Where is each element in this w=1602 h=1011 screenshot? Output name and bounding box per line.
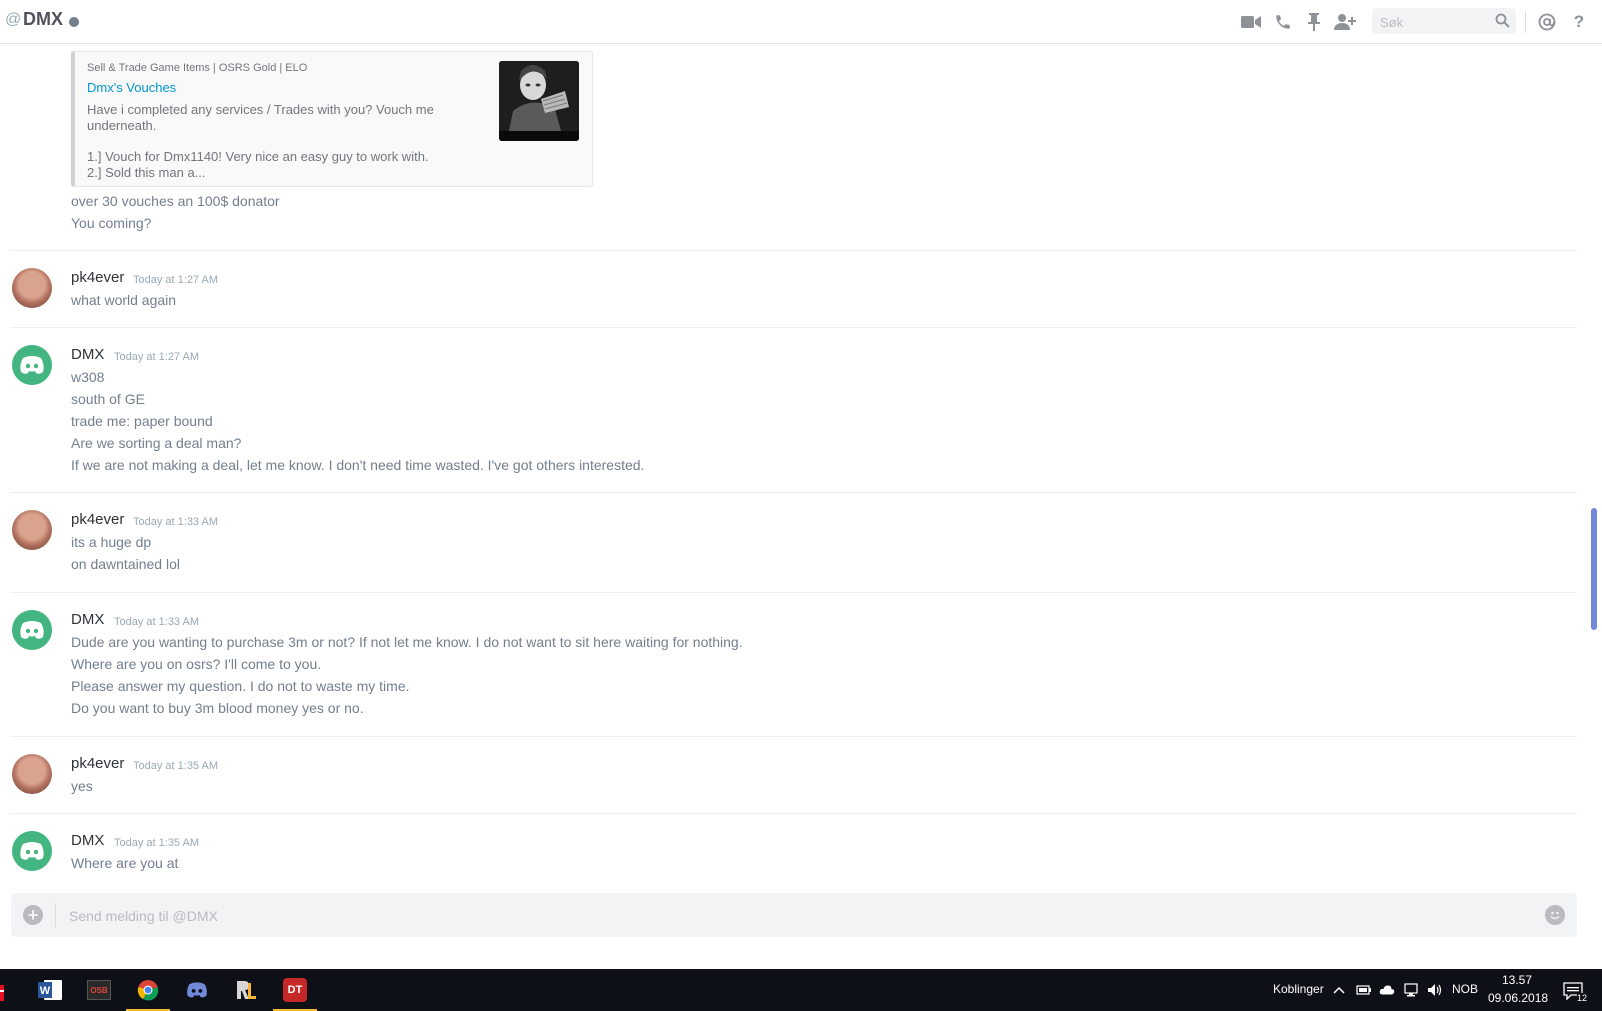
notification-count: 12 — [1576, 993, 1587, 1003]
links-toolbar-label[interactable]: Koblinger — [1273, 982, 1324, 996]
svg-text:W: W — [40, 985, 51, 997]
message-author[interactable]: pk4ever — [71, 269, 124, 286]
embed-provider: Sell & Trade Game Items | OSRS Gold | EL… — [87, 62, 308, 74]
message-divider — [11, 813, 1577, 814]
avatar[interactable] — [12, 268, 52, 308]
discord-app-icon[interactable] — [173, 969, 221, 1011]
message-text: on dawntained lol — [71, 556, 180, 572]
message-text: what world again — [71, 292, 177, 308]
message-text: Are we sorting a deal man? — [71, 435, 242, 451]
message-timestamp: Today at 1:33 AM — [114, 616, 199, 628]
embed-description-line: 1.] Vouch for Dmx1140! Very nice an easy… — [87, 149, 429, 164]
word-app-icon[interactable]: W — [26, 969, 74, 1011]
message-text: Where are you at — [71, 855, 179, 871]
message-author[interactable]: pk4ever — [71, 755, 124, 772]
message-author[interactable]: DMX — [71, 832, 104, 849]
osb-app-icon[interactable]: OSB — [75, 969, 123, 1011]
avatar[interactable] — [12, 510, 52, 550]
message-timestamp: Today at 1:27 AM — [114, 351, 199, 363]
message-text: Please answer my question. I do not to w… — [71, 678, 410, 694]
message-timestamp: Today at 1:35 AM — [133, 760, 218, 772]
dt-label: DT — [283, 978, 307, 1002]
voice-call-icon[interactable] — [1272, 11, 1294, 33]
message-text: Dude are you wanting to purchase 3m or n… — [71, 634, 743, 650]
message-author[interactable]: pk4ever — [71, 511, 124, 528]
embed-title-link[interactable]: Dmx's Vouches — [87, 80, 176, 95]
message-text: You coming? — [71, 215, 152, 231]
embed-description-line: Have i completed any services / Trades w… — [87, 102, 434, 133]
message-text: over 30 vouches an 100$ donator — [71, 193, 280, 209]
notification-center-icon[interactable]: 12 — [1562, 981, 1587, 1003]
message-text: Do you want to buy 3m blood money yes or… — [71, 700, 364, 716]
input-language[interactable]: NOB — [1452, 982, 1478, 996]
search-input[interactable] — [1378, 12, 1492, 32]
avatar[interactable] — [12, 610, 52, 650]
message-author[interactable]: DMX — [71, 346, 104, 363]
clock-time[interactable]: 13.57 — [1502, 973, 1532, 987]
clock-date[interactable]: 09.06.2018 — [1488, 991, 1548, 1005]
chevron-up-icon[interactable] — [1331, 982, 1347, 998]
avatar[interactable] — [12, 831, 52, 871]
mention-icon[interactable] — [1536, 11, 1558, 33]
upload-button[interactable]: + — [23, 905, 43, 925]
dt-app-icon[interactable]: DT — [271, 969, 319, 1011]
volume-icon[interactable] — [1427, 982, 1443, 998]
message-text: Where are you on osrs? I'll come to you. — [71, 656, 322, 672]
osb-label: OSB — [87, 980, 111, 1000]
avatar[interactable] — [12, 345, 52, 385]
link-embed: Sell & Trade Game Items | OSRS Gold | EL… — [71, 51, 593, 187]
network-icon[interactable] — [1403, 982, 1419, 998]
message-timestamp: Today at 1:35 AM — [114, 837, 199, 849]
message-list[interactable]: Sell & Trade Game Items | OSRS Gold | EL… — [0, 45, 1588, 875]
search-icon[interactable] — [1495, 13, 1510, 33]
dm-at-symbol: @ — [5, 11, 22, 28]
message-timestamp: Today at 1:27 AM — [133, 274, 218, 286]
chrome-app-icon[interactable] — [124, 969, 172, 1011]
embed-thumbnail[interactable] — [499, 61, 579, 141]
message-divider — [11, 592, 1577, 593]
header-divider — [1525, 11, 1526, 33]
message-text: w308 — [71, 369, 105, 385]
search-box[interactable] — [1372, 8, 1516, 34]
message-text: yes — [71, 778, 93, 794]
emoji-icon[interactable] — [1545, 905, 1565, 925]
onedrive-icon[interactable] — [1379, 982, 1395, 998]
status-indicator — [69, 17, 79, 27]
gift-icon[interactable] — [0, 969, 12, 1011]
message-text: its a huge dp — [71, 534, 152, 550]
message-divider — [11, 250, 1577, 251]
message-input[interactable] — [67, 905, 1471, 927]
message-timestamp: Today at 1:33 AM — [133, 516, 218, 528]
embed-description-line: 2.] Sold this man a... — [87, 165, 206, 180]
channel-header: @ DMX ? — [0, 0, 1602, 44]
message-divider — [11, 327, 1577, 328]
message-author[interactable]: DMX — [71, 611, 104, 628]
message-text: south of GE — [71, 391, 145, 407]
add-friend-icon[interactable] — [1334, 11, 1356, 33]
message-text: If we are not making a deal, let me know… — [71, 457, 645, 473]
message-text: trade me: paper bound — [71, 413, 213, 429]
composer-divider — [55, 903, 56, 927]
avatar[interactable] — [12, 754, 52, 794]
message-divider — [11, 492, 1577, 493]
video-call-icon[interactable] — [1240, 11, 1262, 33]
help-icon[interactable]: ? — [1568, 11, 1590, 33]
embed-description: Have i completed any services / Trades w… — [87, 102, 467, 181]
message-scrollbar[interactable] — [1590, 45, 1598, 875]
runelite-app-icon[interactable] — [222, 969, 270, 1011]
channel-title[interactable]: DMX — [23, 9, 63, 30]
scrollbar-thumb[interactable] — [1591, 508, 1597, 630]
windows-taskbar: W OSB DT Koblinger NOB 13.57 09.06.2018 … — [0, 969, 1602, 1011]
message-divider — [11, 736, 1577, 737]
pin-icon[interactable] — [1303, 11, 1325, 33]
message-composer[interactable]: + — [11, 893, 1577, 937]
battery-icon[interactable] — [1356, 982, 1372, 998]
